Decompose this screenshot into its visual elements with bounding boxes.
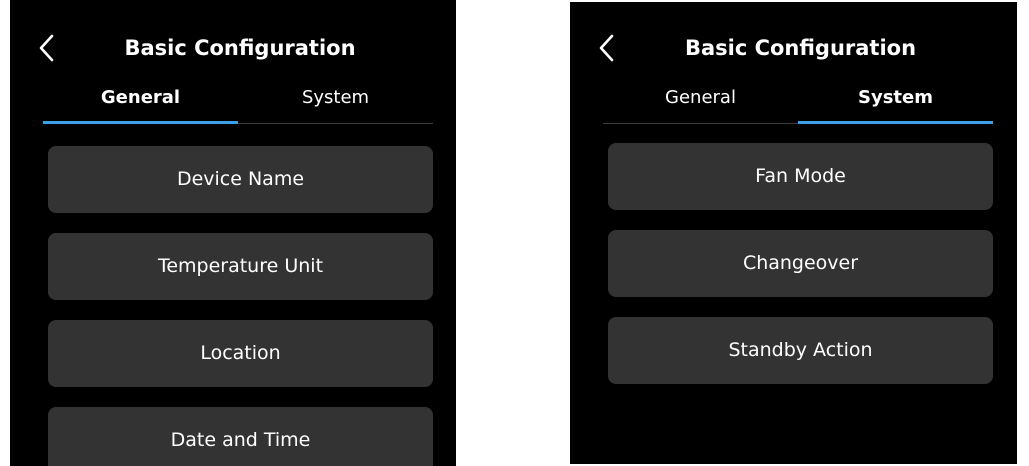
- fan-mode-button[interactable]: Fan Mode: [608, 143, 993, 210]
- right-screen: Basic Configuration General System Fan M…: [570, 2, 1017, 464]
- tab-bar: General System: [43, 76, 433, 124]
- device-name-button[interactable]: Device Name: [48, 146, 433, 213]
- location-button[interactable]: Location: [48, 320, 433, 387]
- tab-active-indicator: [798, 121, 993, 124]
- page-title: Basic Configuration: [684, 36, 917, 60]
- tab-label: General: [665, 87, 736, 108]
- temperature-unit-button[interactable]: Temperature Unit: [48, 233, 433, 300]
- tab-label: System: [301, 87, 370, 108]
- tab-system[interactable]: System: [798, 76, 993, 124]
- tab-active-indicator: [43, 121, 238, 124]
- date-and-time-button[interactable]: Date and Time: [48, 407, 433, 466]
- changeover-button[interactable]: Changeover: [608, 230, 993, 297]
- tab-general[interactable]: General: [603, 76, 798, 124]
- header: Basic Configuration: [10, 28, 456, 68]
- tab-label: System: [858, 87, 933, 108]
- standby-action-button[interactable]: Standby Action: [608, 317, 993, 384]
- page-title: Basic Configuration: [124, 36, 356, 60]
- left-screen: Basic Configuration General System Devic…: [10, 0, 456, 466]
- tab-bar: General System: [603, 76, 993, 124]
- tab-label: General: [100, 87, 181, 108]
- tab-system[interactable]: System: [238, 76, 433, 124]
- tab-general[interactable]: General: [43, 76, 238, 124]
- header: Basic Configuration: [570, 28, 1017, 68]
